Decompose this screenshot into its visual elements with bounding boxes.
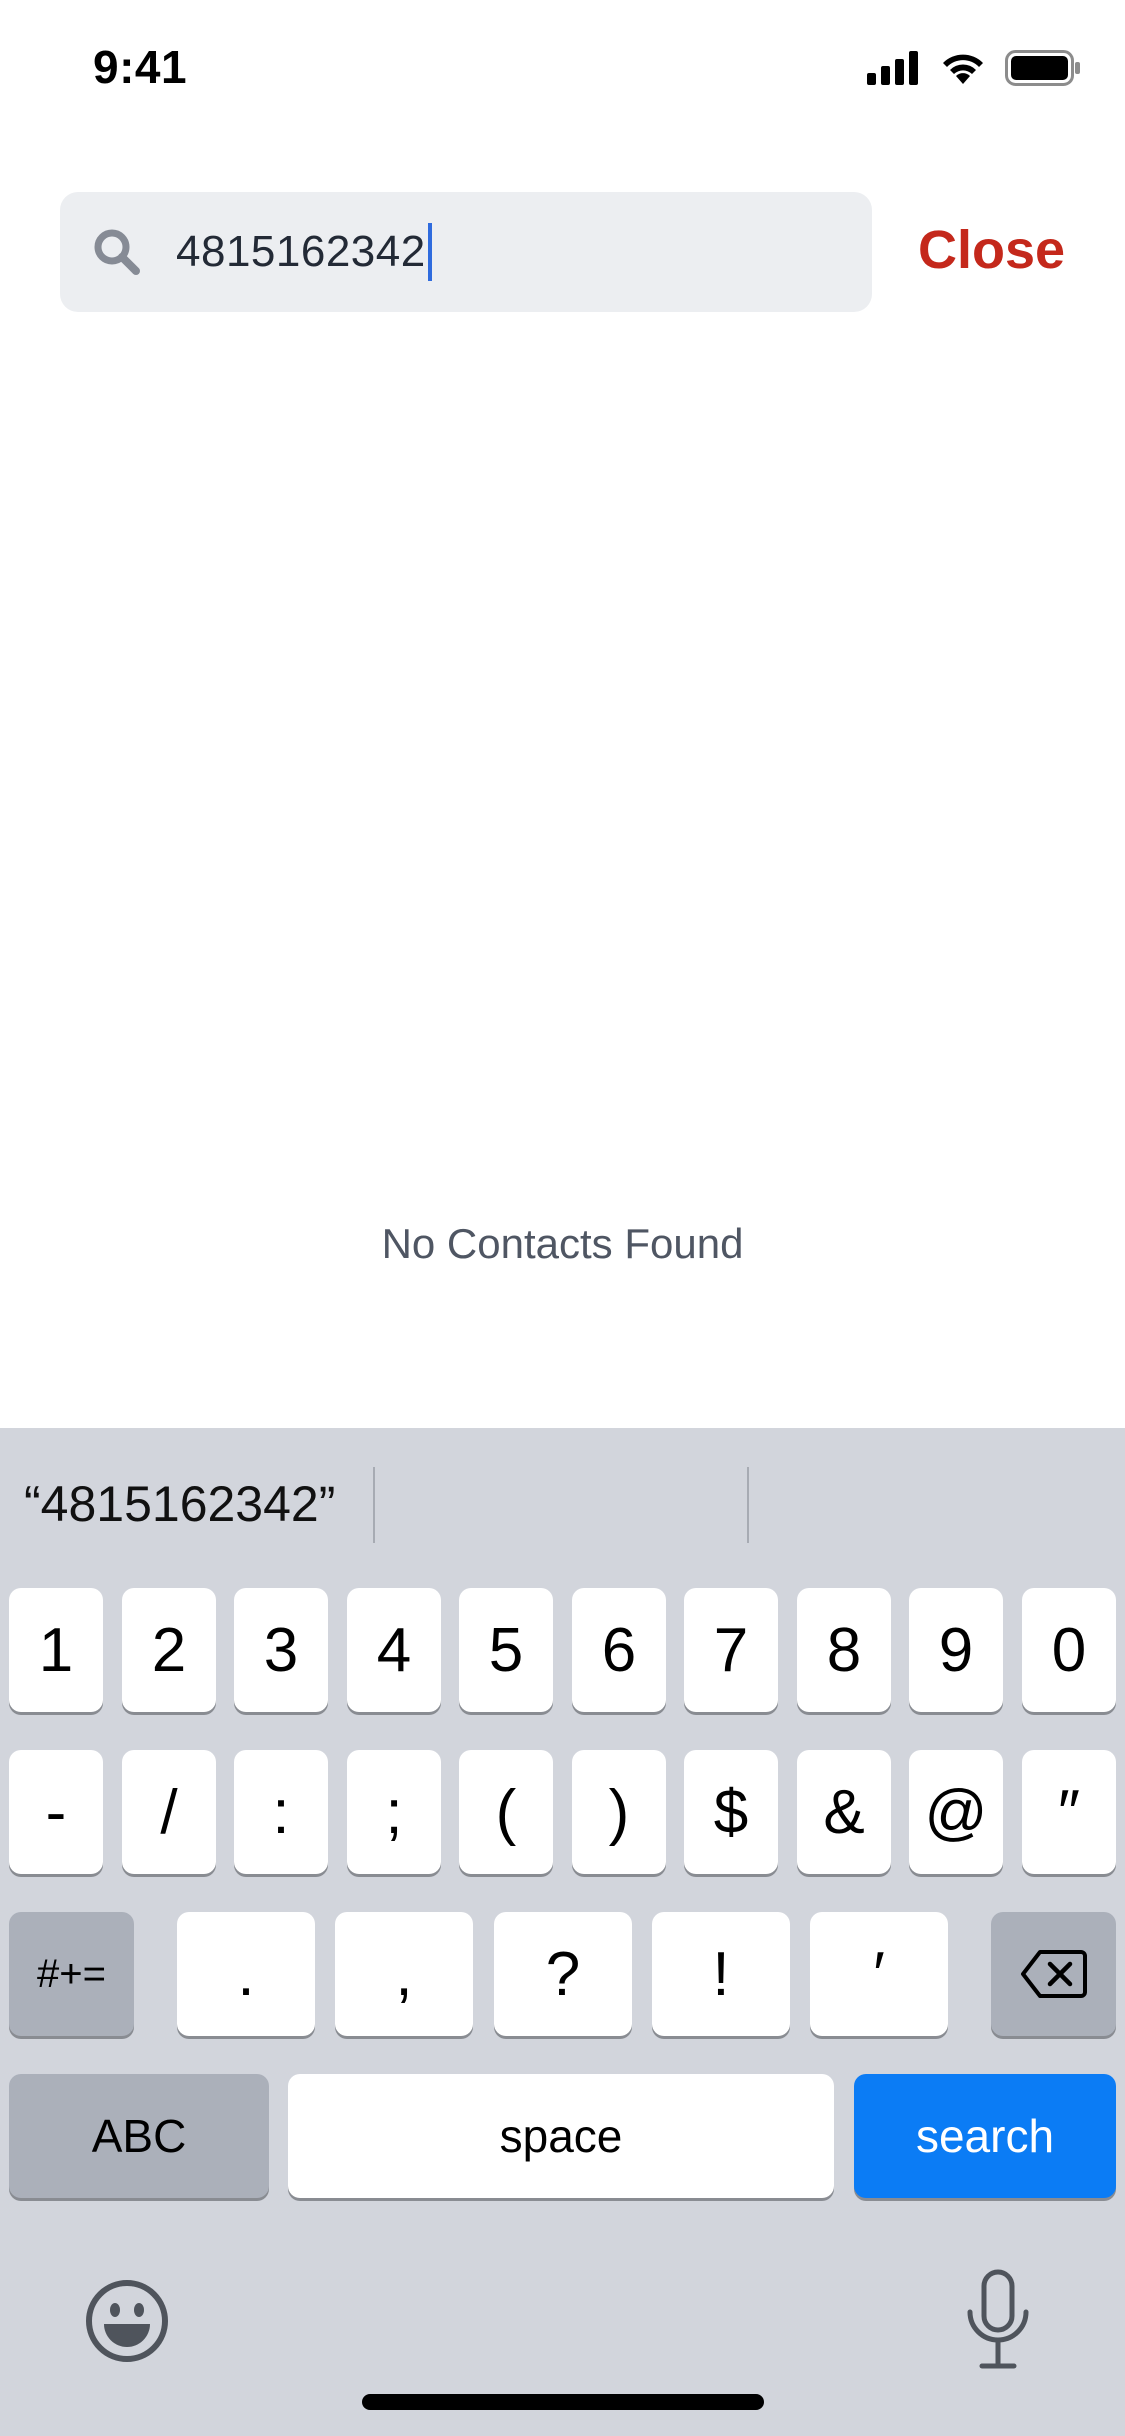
battery-icon (1005, 50, 1080, 86)
key-exclamation[interactable]: ! (652, 1912, 790, 2036)
text-caret (427, 223, 432, 281)
key-4[interactable]: 4 (347, 1588, 441, 1712)
key-9[interactable]: 9 (909, 1588, 1003, 1712)
suggestion-divider (747, 1467, 749, 1543)
close-button[interactable]: Close (918, 219, 1065, 281)
key-5[interactable]: 5 (459, 1588, 553, 1712)
key-1[interactable]: 1 (9, 1588, 103, 1712)
empty-results-message: No Contacts Found (381, 1220, 744, 1267)
key-2[interactable]: 2 (122, 1588, 216, 1712)
key-hyphen[interactable]: - (9, 1750, 103, 1874)
key-at[interactable]: @ (909, 1750, 1003, 1874)
key-6[interactable]: 6 (572, 1588, 666, 1712)
key-quote[interactable]: ″ (1022, 1750, 1116, 1874)
search-input[interactable]: 4815162342 (176, 223, 432, 281)
backspace-icon (1020, 1950, 1087, 1998)
key-semicolon[interactable]: ; (347, 1750, 441, 1874)
key-question[interactable]: ? (494, 1912, 632, 2036)
key-apostrophe[interactable]: ′ (810, 1912, 948, 2036)
search-icon (94, 229, 140, 275)
key-dollar[interactable]: $ (684, 1750, 778, 1874)
home-indicator[interactable] (362, 2394, 764, 2410)
wifi-icon (943, 54, 983, 84)
key-colon[interactable]: : (234, 1750, 328, 1874)
key-open-paren[interactable]: ( (459, 1750, 553, 1874)
key-close-paren[interactable]: ) (572, 1750, 666, 1874)
key-period[interactable]: . (177, 1912, 315, 2036)
microphone-icon[interactable] (962, 2268, 1034, 2376)
search-field[interactable]: 4815162342 (60, 192, 872, 312)
space-key[interactable]: space (288, 2074, 834, 2198)
delete-key[interactable] (991, 1912, 1116, 2036)
keyboard-suggestion[interactable]: “4815162342” (24, 1475, 335, 1533)
key-comma[interactable]: , (335, 1912, 473, 2036)
key-slash[interactable]: / (122, 1750, 216, 1874)
status-time: 9:41 (93, 41, 188, 93)
key-ampersand[interactable]: & (797, 1750, 891, 1874)
symbols-switch-key[interactable]: #+= (9, 1912, 134, 2036)
key-0[interactable]: 0 (1022, 1588, 1116, 1712)
search-key[interactable]: search (854, 2074, 1116, 2198)
search-input-value: 4815162342 (176, 227, 426, 276)
abc-key[interactable]: ABC (9, 2074, 269, 2198)
key-3[interactable]: 3 (234, 1588, 328, 1712)
status-icons (867, 50, 1081, 86)
emoji-icon[interactable] (84, 2278, 170, 2364)
key-7[interactable]: 7 (684, 1588, 778, 1712)
cellular-signal-icon (867, 51, 918, 85)
key-8[interactable]: 8 (797, 1588, 891, 1712)
suggestion-divider (373, 1467, 375, 1543)
